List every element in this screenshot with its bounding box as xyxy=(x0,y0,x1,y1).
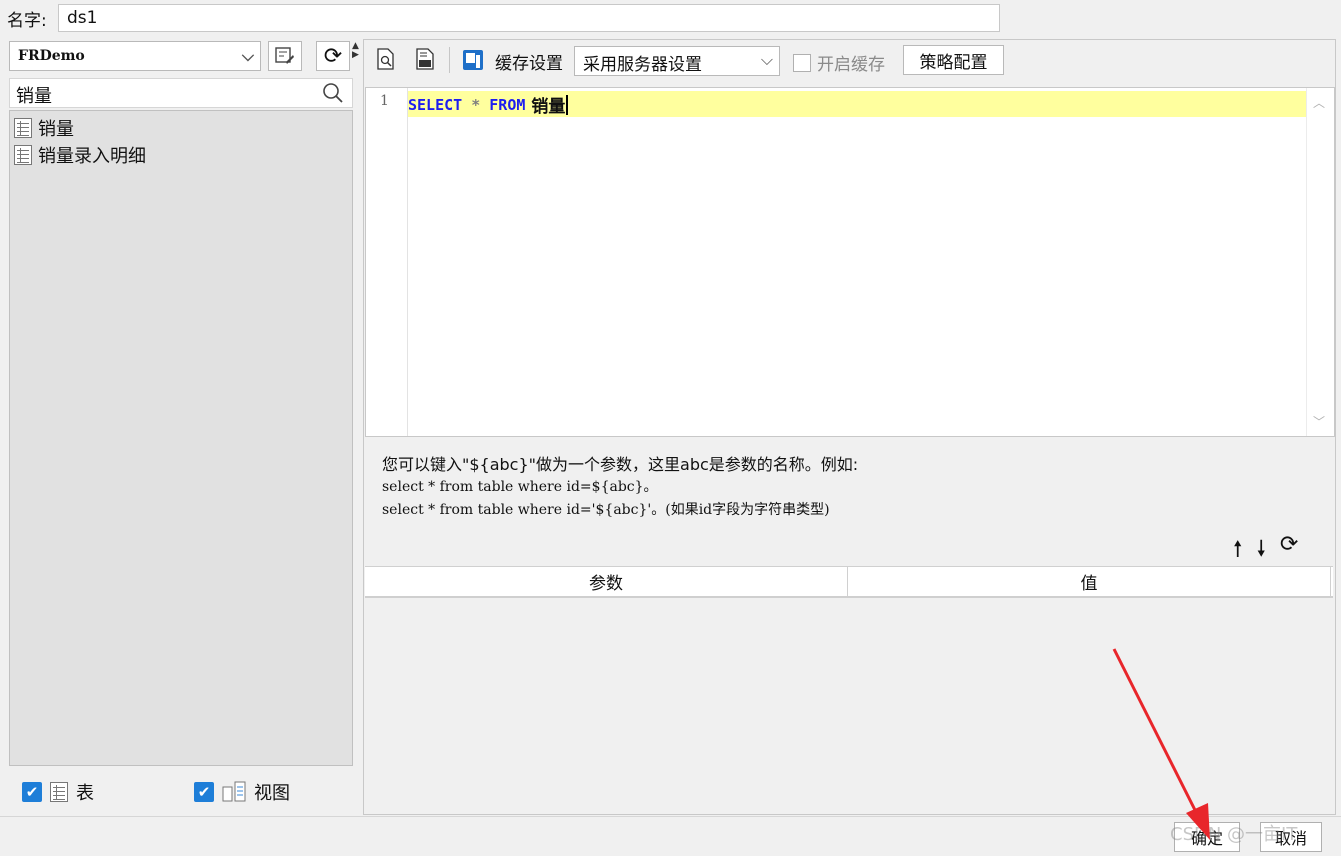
chevron-down-icon: ⌵ xyxy=(760,50,773,69)
view-icon xyxy=(222,781,246,802)
filter-table[interactable]: ✔ 表 xyxy=(22,779,94,805)
table-icon xyxy=(14,145,32,165)
checkbox-checked[interactable]: ✔ xyxy=(194,782,214,802)
table-icon xyxy=(50,782,68,802)
line-gutter xyxy=(366,88,408,436)
col-value: 值 xyxy=(848,567,1331,596)
sql-file-icon xyxy=(416,48,434,70)
cache-mode-select[interactable]: 采用服务器设置 ⌵ xyxy=(574,46,780,76)
edit-connection-icon xyxy=(275,47,294,64)
chevron-down-icon: ⌵ xyxy=(241,46,254,65)
table-icon xyxy=(14,118,32,138)
checkbox-unchecked[interactable] xyxy=(793,53,811,72)
sql-button[interactable] xyxy=(415,48,435,75)
tree-item-label: 销量录入明细 xyxy=(38,146,146,167)
tree-item-label: 销量 xyxy=(38,119,74,140)
col-param: 参数 xyxy=(365,567,848,596)
table-tree: 销量 销量录入明细 xyxy=(9,110,353,766)
edit-connection-button[interactable] xyxy=(268,41,302,71)
sql-identifier: 销量 xyxy=(525,97,566,117)
cache-settings-label: 缓存设置 xyxy=(495,54,563,74)
move-down-icon[interactable]: 🠗 xyxy=(1256,532,1265,570)
move-up-icon[interactable]: 🠕 xyxy=(1233,532,1242,570)
strategy-config-button[interactable]: 策略配置 xyxy=(903,45,1004,75)
hint-line-3: select * from table where id='${abc}'。(如… xyxy=(382,502,830,518)
cache-mode-value: 采用服务器设置 xyxy=(583,55,702,75)
refresh-params-icon[interactable]: ⟳ xyxy=(1280,532,1298,570)
hint-line-1: 您可以键入"${abc}"做为一个参数，这里abc是参数的名称。例如: xyxy=(382,455,859,474)
refresh-icon: ⟳ xyxy=(323,43,343,69)
tree-item[interactable]: 销量 xyxy=(14,115,74,141)
text-cursor xyxy=(566,94,569,115)
scroll-down-icon[interactable]: ﹀ xyxy=(1313,413,1325,430)
enable-cache-label: 开启缓存 xyxy=(817,55,885,75)
sql-keyword-from: FROM xyxy=(489,95,526,114)
table-search-input[interactable]: 销量 xyxy=(9,78,353,108)
connection-select[interactable]: FRDemo ⌵ xyxy=(9,41,261,71)
refresh-button[interactable]: ⟳ xyxy=(316,41,350,71)
collapse-handle[interactable]: ▲ ▶ xyxy=(352,42,359,60)
search-value: 销量 xyxy=(16,86,52,107)
search-icon[interactable] xyxy=(322,82,344,104)
filter-view-label: 视图 xyxy=(254,783,290,804)
hint-line-2: select * from table where id=${abc}。 xyxy=(382,479,658,495)
sql-editor[interactable]: 1 SELECT * FROM 销量 ︿ ﹀ xyxy=(365,87,1335,437)
sql-code[interactable]: SELECT * FROM 销量 xyxy=(408,92,569,117)
param-actions: 🠕 🠗 ⟳ xyxy=(1233,532,1298,570)
preview-button[interactable] xyxy=(376,48,396,75)
filter-view[interactable]: ✔ 视图 xyxy=(194,779,290,805)
sql-operator: * xyxy=(462,95,490,114)
preview-icon xyxy=(377,48,394,70)
tree-item[interactable]: 销量录入明细 xyxy=(14,142,146,168)
parameter-hint: 您可以键入"${abc}"做为一个参数，这里abc是参数的名称。例如: sele… xyxy=(382,453,858,522)
enable-cache-toggle[interactable]: 开启缓存 xyxy=(793,50,885,75)
line-number: 1 xyxy=(380,93,389,109)
cache-icon xyxy=(462,49,484,76)
filter-table-label: 表 xyxy=(76,783,94,804)
scroll-up-icon[interactable]: ︿ xyxy=(1313,94,1325,111)
annotation-arrow-icon xyxy=(1112,648,1210,840)
name-label: 名字: xyxy=(7,11,47,31)
name-input[interactable]: ds1 xyxy=(58,4,1000,32)
toolbar-divider xyxy=(449,47,450,73)
editor-scrollbar[interactable]: ︿ ﹀ xyxy=(1306,88,1334,436)
param-table-header: 参数 值 xyxy=(365,566,1333,598)
connection-value: FRDemo xyxy=(18,48,85,64)
sql-keyword-select: SELECT xyxy=(408,95,463,114)
checkbox-checked[interactable]: ✔ xyxy=(22,782,42,802)
